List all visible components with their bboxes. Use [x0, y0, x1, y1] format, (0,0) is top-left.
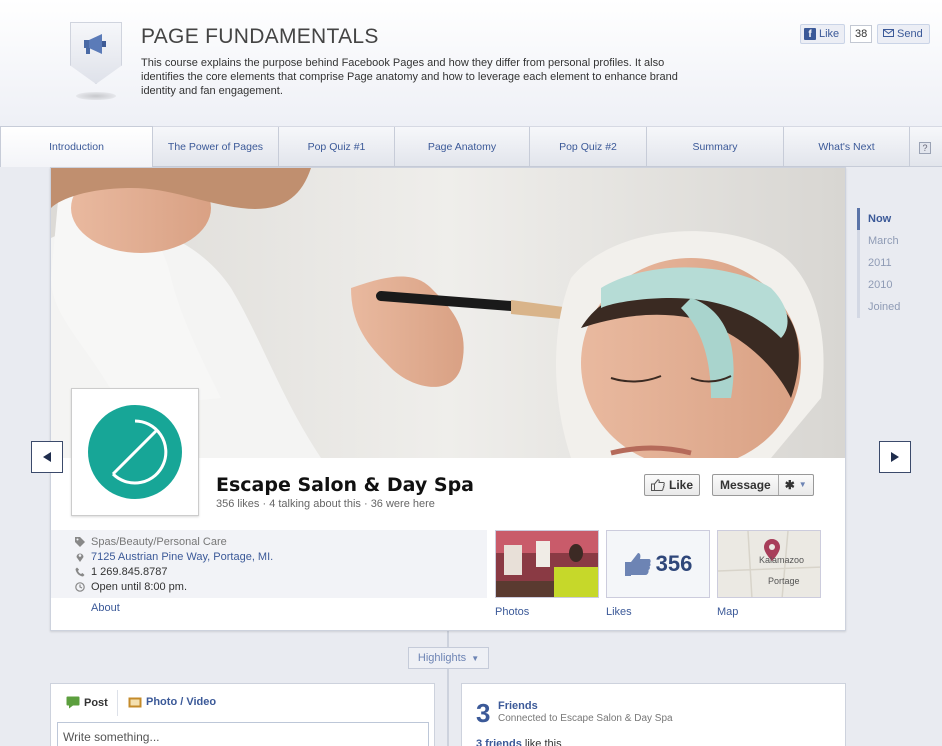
photo-icon: [128, 697, 142, 708]
map-link[interactable]: Map: [717, 606, 738, 618]
thumbs-up-icon: [651, 479, 665, 491]
map-thumbnail[interactable]: Kalamazoo Portage: [717, 530, 821, 598]
timeline-item-joined[interactable]: Joined: [857, 296, 927, 318]
timeline-item-2011[interactable]: 2011: [857, 252, 927, 274]
tab-pop-quiz-2[interactable]: Pop Quiz #2: [530, 127, 647, 167]
composer-tab-photo-video[interactable]: Photo / Video: [128, 696, 216, 708]
course-tabs: Introduction The Power of Pages Pop Quiz…: [0, 126, 942, 167]
friends-subtitle-prefix: Connected to: [498, 713, 558, 724]
message-button[interactable]: Message: [713, 475, 779, 495]
phone-icon: [75, 567, 85, 577]
category-text: Spas/Beauty/Personal Care: [91, 536, 227, 548]
post-composer: Post Photo / Video Write something...: [50, 683, 435, 746]
map-city-kalamazoo: Kalamazoo: [759, 555, 805, 565]
timeline-date-nav: Now March 2011 2010 Joined: [857, 208, 927, 318]
friends-subtitle-page: Escape Salon & Day Spa: [560, 713, 673, 724]
friends-like-line: 3 friends like this: [476, 738, 562, 746]
page-like-label: Like: [669, 478, 694, 492]
status-icon: [66, 696, 80, 709]
course-title: PAGE FUNDAMENTALS: [141, 25, 379, 48]
timeline-item-march[interactable]: March: [857, 230, 927, 252]
tab-introduction[interactable]: Introduction: [0, 126, 153, 167]
photos-thumbnail[interactable]: [495, 530, 599, 598]
send-icon: [883, 29, 894, 37]
friends-like-link[interactable]: 3 friends: [476, 738, 522, 746]
friends-box: 3 Friends Connected to Escape Salon & Da…: [461, 683, 846, 746]
info-phone: 1 269.845.8787: [75, 566, 167, 578]
likes-thumbnail[interactable]: 356: [606, 530, 710, 598]
friends-like-rest: like this: [524, 738, 562, 746]
friends-subtitle: Connected to Escape Salon & Day Spa: [498, 713, 673, 724]
info-address: 7125 Austrian Pine Way, Portage, MI.: [75, 551, 273, 563]
highlights-dropdown[interactable]: Highlights ▼: [408, 647, 489, 669]
hours-text: Open until 8:00 pm.: [91, 581, 188, 593]
page-like-button[interactable]: Like: [644, 474, 701, 496]
info-category: Spas/Beauty/Personal Care: [75, 536, 227, 548]
next-arrow-button[interactable]: [879, 441, 911, 473]
course-badge: [70, 22, 122, 100]
page-name: Escape Salon & Day Spa: [216, 474, 474, 496]
tab-pop-quiz-1[interactable]: Pop Quiz #1: [279, 127, 395, 167]
about-link[interactable]: About: [91, 602, 120, 614]
chevron-down-icon: ▼: [798, 480, 807, 489]
friends-title[interactable]: Friends: [498, 700, 538, 712]
tab-whats-next[interactable]: What's Next: [784, 127, 910, 167]
highlights-label: Highlights: [417, 652, 467, 664]
facebook-like-button[interactable]: f Like: [800, 24, 846, 44]
like-count-bubble: 38: [850, 25, 873, 43]
phone-text: 1 269.845.8787: [91, 566, 168, 578]
salon-interior-photo: [496, 531, 598, 597]
help-icon[interactable]: ?: [919, 142, 931, 154]
tab-page-anatomy[interactable]: Page Anatomy: [395, 127, 530, 167]
write-something-input[interactable]: Write something...: [57, 722, 429, 746]
tab-power-of-pages[interactable]: The Power of Pages: [153, 127, 279, 167]
photo-video-tab-label: Photo / Video: [146, 696, 217, 708]
page-stats: 356 likes · 4 talking about this · 36 we…: [216, 498, 435, 510]
friends-count: 3: [476, 698, 491, 728]
map-pin-icon: [76, 553, 84, 562]
course-description: This course explains the purpose behind …: [141, 57, 678, 97]
send-button-label: Send: [897, 28, 923, 40]
page-options-button[interactable]: ✱ ▼: [779, 475, 813, 495]
likes-count: 356: [655, 551, 693, 576]
map-city-portage: Portage: [768, 576, 800, 586]
like-button-label: Like: [819, 28, 840, 40]
composer-tab-post[interactable]: Post: [66, 696, 108, 709]
likes-link[interactable]: Likes: [606, 606, 632, 618]
timeline-item-2010[interactable]: 2010: [857, 274, 927, 296]
post-tab-label: Post: [84, 696, 108, 709]
profile-picture[interactable]: [71, 388, 199, 516]
thumbs-up-icon: [624, 553, 651, 576]
message-button-group: Message ✱ ▼: [712, 474, 814, 496]
tag-icon: [75, 537, 85, 547]
arrow-left-icon: [43, 452, 51, 462]
composer-tab-divider: [117, 690, 118, 716]
tab-summary[interactable]: Summary: [647, 127, 784, 167]
timeline-item-now[interactable]: Now: [857, 208, 927, 230]
course-header: PAGE FUNDAMENTALS This course explains t…: [0, 0, 942, 127]
gear-icon: ✱: [784, 478, 795, 492]
previous-arrow-button[interactable]: [31, 441, 63, 473]
clock-icon: [75, 582, 85, 592]
megaphone-icon: [84, 34, 106, 54]
address-link[interactable]: 7125 Austrian Pine Way, Portage, MI.: [91, 551, 273, 563]
info-hours: Open until 8:00 pm.: [75, 581, 187, 593]
chevron-down-icon: ▼: [471, 653, 480, 663]
page-info-box: Spas/Beauty/Personal Care 7125 Austrian …: [51, 530, 487, 598]
facebook-page-panel: Escape Salon & Day Spa 356 likes · 4 tal…: [50, 167, 846, 631]
arrow-right-icon: [891, 452, 899, 462]
facebook-send-button[interactable]: Send: [877, 24, 930, 44]
facebook-icon: f: [804, 28, 816, 40]
photos-link[interactable]: Photos: [495, 606, 529, 618]
salon-logo-icon: [88, 405, 182, 499]
